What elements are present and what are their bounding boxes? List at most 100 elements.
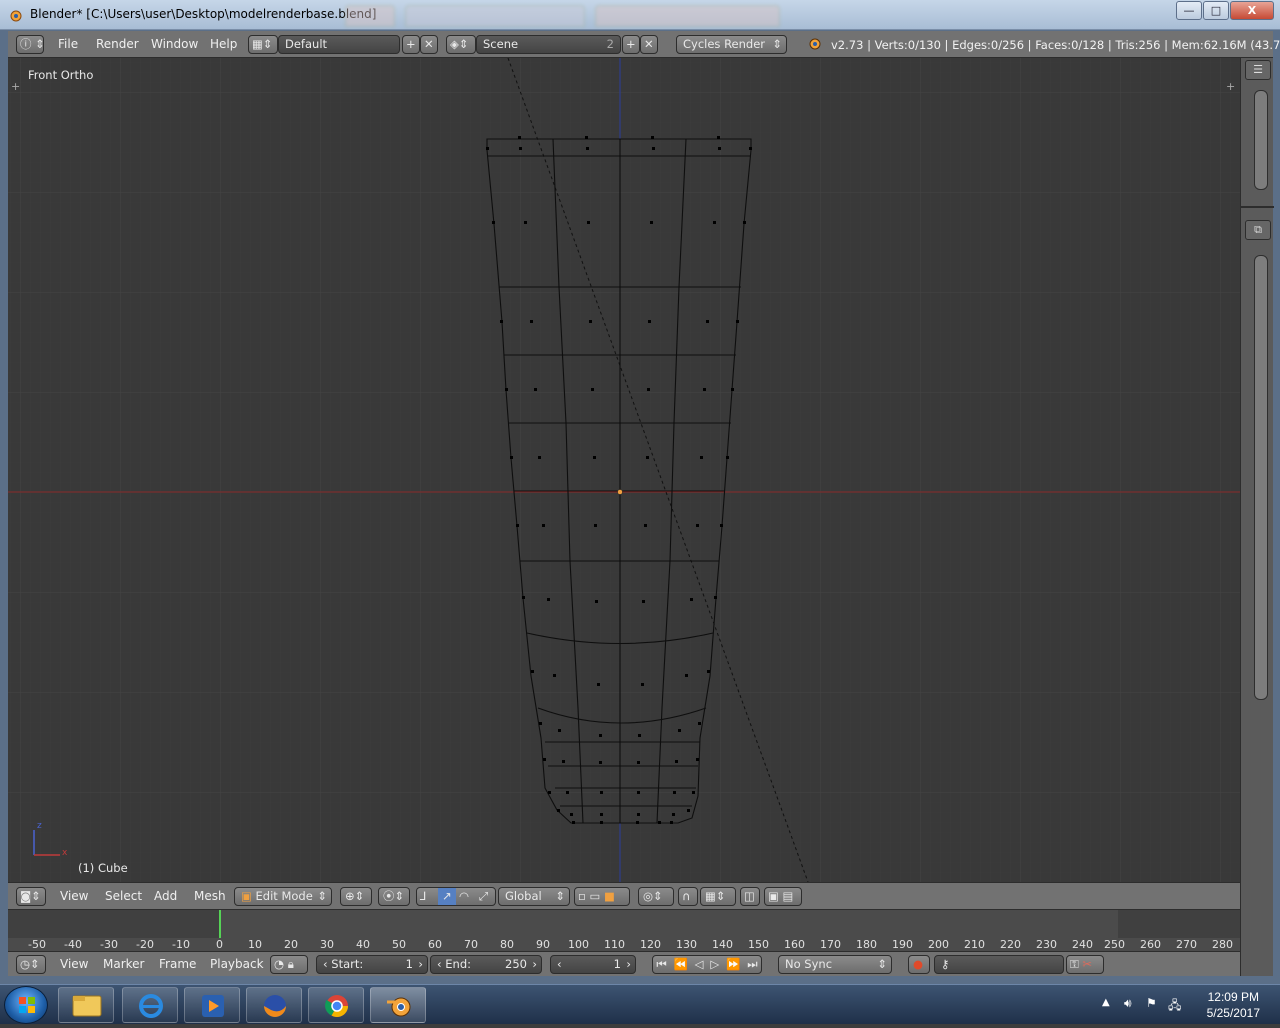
play-icon[interactable]: ▷ — [710, 956, 719, 973]
auto-keyframe-button[interactable]: ● — [908, 955, 930, 974]
end-frame-field[interactable]: ‹ End: 250 › — [430, 955, 542, 974]
viewport-canvas[interactable]: + + — [8, 58, 1240, 882]
increment-arrow-icon[interactable]: › — [532, 956, 537, 973]
mode-dropdown[interactable]: ▣ Edit Mode ⇕ — [234, 887, 332, 906]
editor-type-button[interactable]: ◷⇕ — [16, 955, 46, 974]
decrement-arrow-icon[interactable]: ‹ — [557, 957, 562, 971]
add-scene-button[interactable]: + — [622, 35, 640, 54]
vertex-select-icon[interactable]: ▫ — [578, 889, 586, 903]
remove-scene-button[interactable]: ✕ — [640, 35, 658, 54]
jump-keyframe-back-icon[interactable]: ⏪ — [674, 956, 688, 973]
properties-icon[interactable]: ⧉ — [1245, 220, 1271, 240]
taskbar-file-explorer[interactable] — [58, 987, 114, 1023]
menu-file[interactable]: File — [58, 37, 78, 51]
snap-toggle[interactable]: ∩ — [678, 887, 698, 906]
current-frame-marker[interactable] — [219, 910, 221, 938]
maximize-button[interactable]: □ — [1203, 1, 1229, 20]
menu-help[interactable]: Help — [210, 37, 237, 51]
folder-icon — [72, 995, 102, 1017]
scene-picker[interactable]: ◈⇕ — [446, 35, 476, 54]
menu-view[interactable]: View — [60, 889, 88, 903]
menu-view[interactable]: View — [60, 957, 88, 971]
media-player-icon — [202, 995, 224, 1017]
region-expand-icon[interactable]: + — [11, 80, 20, 93]
menu-playback[interactable]: Playback — [210, 957, 264, 971]
increment-arrow-icon[interactable]: › — [626, 956, 631, 973]
jump-end-icon[interactable]: ⏭ — [747, 956, 757, 973]
region-expand-icon[interactable]: + — [1226, 80, 1235, 93]
preview-range-icon[interactable]: ◔ — [274, 957, 284, 971]
menu-window[interactable]: Window — [151, 37, 198, 51]
edge-select-icon[interactable]: ▭ — [589, 889, 600, 903]
jump-keyframe-forward-icon[interactable]: ⏩ — [726, 956, 740, 973]
scale-manipulator-icon[interactable]: ⤢ — [479, 888, 488, 905]
3d-viewport[interactable]: + + z x Front Ortho (1) Cube — [8, 58, 1240, 882]
increment-arrow-icon[interactable]: › — [418, 956, 423, 973]
snap-element-dropdown[interactable]: ▦⇕ — [700, 887, 736, 906]
pivot-point-dropdown[interactable]: ⦿⇕ — [378, 887, 410, 906]
menu-marker[interactable]: Marker — [103, 957, 144, 971]
delete-keyframe-icon[interactable]: ✂ — [1082, 957, 1092, 971]
scene-name-field[interactable]: Scene 2 — [476, 35, 621, 54]
render-engine-dropdown[interactable]: Cycles Render ⇕ — [676, 35, 787, 54]
shading-sphere-icon: ⊕⇕ — [345, 889, 365, 903]
viewport-shading-dropdown[interactable]: ⊕⇕ — [340, 887, 372, 906]
volume-icon[interactable]: 🔊︎ — [1124, 996, 1132, 1011]
render-animation-icon[interactable]: ▤ — [783, 889, 794, 903]
menu-frame[interactable]: Frame — [159, 957, 196, 971]
lock-icon[interactable]: 🔒︎ — [288, 957, 294, 971]
menu-add[interactable]: Add — [154, 889, 177, 903]
play-reverse-icon[interactable]: ◁ — [695, 956, 704, 973]
plus-icon: + — [406, 37, 416, 51]
taskbar-firefox[interactable] — [246, 987, 302, 1023]
editor-type-info-button[interactable]: ⓘ ⇕ — [16, 35, 44, 54]
taskbar-media-player[interactable] — [184, 987, 240, 1023]
preview-range-buttons[interactable]: ◔ 🔒︎ — [270, 955, 308, 974]
proportional-edit-dropdown[interactable]: ◎⇕ — [638, 887, 674, 906]
properties-scrollbar[interactable] — [1254, 255, 1268, 700]
current-frame-field[interactable]: ‹ 1 › — [550, 955, 636, 974]
opengl-render-buttons[interactable]: ▣ ▤ — [764, 887, 802, 906]
close-button[interactable]: X — [1230, 1, 1274, 20]
keying-set-field[interactable]: ⚷ — [934, 955, 1064, 974]
start-frame-field[interactable]: ‹ Start: 1 › — [316, 955, 428, 974]
menu-render[interactable]: Render — [96, 37, 139, 51]
x-icon: ✕ — [424, 37, 434, 51]
translate-manipulator-icon[interactable]: ↗ — [438, 888, 456, 905]
face-select-icon[interactable]: ■ — [604, 889, 615, 903]
editor-type-button[interactable]: ◙⇕ — [16, 887, 46, 906]
screen-layout-field[interactable]: Default — [278, 35, 400, 54]
add-screen-button[interactable]: + — [402, 35, 420, 54]
taskbar-blender[interactable] — [370, 987, 426, 1023]
outliner-scrollbar[interactable] — [1254, 90, 1268, 190]
camera-icon: ◫ — [744, 889, 755, 903]
action-center-icon[interactable]: ⚑ — [1146, 996, 1157, 1010]
taskbar-internet-explorer[interactable] — [122, 987, 178, 1023]
start-button[interactable] — [4, 986, 48, 1024]
transform-orientation-dropdown[interactable]: Global ⇕ — [498, 887, 570, 906]
manipulator-toggles[interactable]: ⅃ ↗ ◠ ⤢ — [416, 887, 496, 906]
plus-icon: + — [626, 37, 636, 51]
insert-keyframe-icon[interactable]: ⚿ — [1070, 957, 1079, 971]
select-mode-buttons[interactable]: ▫ ▭ ■ — [574, 887, 630, 906]
scene-statistics: v2.73 | Verts:0/130 | Edges:0/256 | Face… — [831, 38, 1280, 52]
object-origin-dot[interactable] — [617, 489, 623, 495]
jump-start-icon[interactable]: ⏮ — [656, 956, 666, 973]
timeline-editor[interactable]: -50 -40 -30 -20 -10 0 10 20 30 40 50 60 … — [8, 909, 1240, 951]
taskbar-clock[interactable]: 12:09 PM 5/25/2017 — [1207, 989, 1260, 1021]
playback-controls[interactable]: ⏮ ⏪ ◁ ▷ ⏩ ⏭ — [652, 955, 762, 974]
keyframe-insert-buttons[interactable]: ⚿ ✂ — [1066, 955, 1104, 974]
opengl-render-image-button[interactable]: ◫ — [740, 887, 760, 906]
remove-screen-button[interactable]: ✕ — [420, 35, 438, 54]
rotate-manipulator-icon[interactable]: ◠ — [459, 888, 469, 905]
taskbar-chrome[interactable] — [308, 987, 364, 1023]
show-hidden-icons-icon[interactable]: ▲ — [1102, 997, 1110, 1008]
network-icon[interactable]: 🖧︎ — [1168, 996, 1181, 1017]
screen-layout-picker[interactable]: ▦⇕ — [248, 35, 278, 54]
outliner-icon[interactable]: ☰ — [1245, 60, 1271, 80]
sync-mode-dropdown[interactable]: No Sync ⇕ — [778, 955, 892, 974]
minimize-button[interactable]: — — [1176, 1, 1202, 20]
render-still-icon[interactable]: ▣ — [768, 889, 779, 903]
menu-mesh[interactable]: Mesh — [194, 889, 226, 903]
menu-select[interactable]: Select — [105, 889, 142, 903]
